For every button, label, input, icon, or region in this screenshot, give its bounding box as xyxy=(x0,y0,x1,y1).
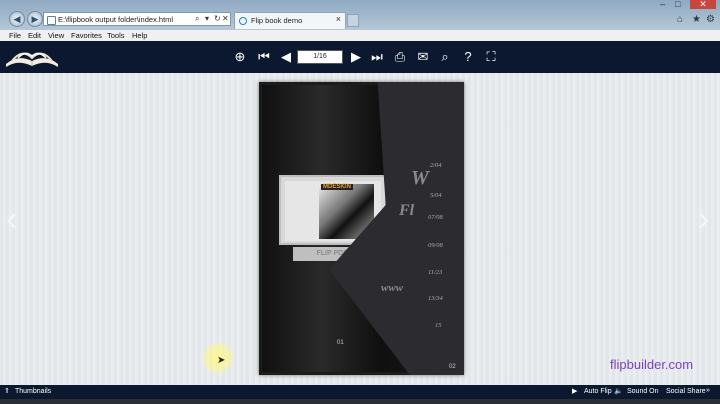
address-text: E:\flipbook output folder\index.html xyxy=(58,15,174,24)
address-bar[interactable]: E:\flipbook output folder\index.html ⌕ ▾… xyxy=(43,12,231,26)
page-number-input[interactable]: 1/16 xyxy=(297,50,343,64)
browser-tab[interactable]: Flip book demo × xyxy=(234,12,346,29)
mouse-cursor-icon: ➤ xyxy=(217,355,226,366)
last-page-icon[interactable]: ⏭ xyxy=(369,49,385,65)
auto-flip-button[interactable]: Auto Flip xyxy=(584,388,612,395)
email-icon[interactable]: ✉ xyxy=(415,49,431,65)
chevron-icon[interactable]: » xyxy=(706,387,710,394)
prev-page-arrow-icon[interactable]: ‹ xyxy=(6,200,17,239)
sound-toggle[interactable]: Sound On xyxy=(627,388,659,395)
next-page-arrow-icon[interactable]: › xyxy=(698,200,709,239)
tab-title: Flip book demo xyxy=(251,16,303,25)
search-icon[interactable]: ⌕ xyxy=(437,49,453,65)
curl-text-1: W xyxy=(411,167,429,189)
watermark-text: flipbuilder.com xyxy=(610,357,694,372)
play-icon[interactable]: ▶ xyxy=(572,387,577,395)
date-2: 5/04 xyxy=(430,192,442,199)
thumbnails-button[interactable]: Thumbnails xyxy=(15,388,51,395)
page-icon xyxy=(47,16,56,25)
refresh-icon[interactable]: ↻ xyxy=(214,14,221,23)
help-icon[interactable]: ? xyxy=(460,49,476,65)
menu-file[interactable]: File xyxy=(9,31,21,40)
menu-tools[interactable]: Tools xyxy=(107,31,125,40)
flipbook-bottom-bar: ⇑ Thumbnails ▶ Auto Flip 🔈 Sound On Soci… xyxy=(0,385,720,399)
next-page-icon[interactable]: ▶ xyxy=(348,49,364,65)
menu-view[interactable]: View xyxy=(48,31,64,40)
stop-icon[interactable]: ✕ xyxy=(222,14,229,23)
browser-titlebar: ◀ ▶ E:\flipbook output folder\index.html… xyxy=(0,0,720,30)
dropdown-icon[interactable]: ▾ xyxy=(205,14,209,23)
flipbook-page[interactable]: MDESIGN FLIP PDF W Fl www 2/04 5/04 07/0… xyxy=(259,82,464,375)
settings-icon[interactable]: ⚙ xyxy=(706,14,715,25)
curl-text-3: www xyxy=(381,282,404,294)
tab-close-icon[interactable]: × xyxy=(336,14,341,24)
date-7: 15 xyxy=(435,322,442,329)
close-window-button[interactable]: ✕ xyxy=(690,0,716,9)
first-page-icon[interactable]: ⏮ xyxy=(256,49,272,65)
expand-up-icon[interactable]: ⇑ xyxy=(4,387,10,395)
minimize-button[interactable]: – xyxy=(660,0,674,9)
flipbook-toolbar: ⊕ ⏮ ◀ ▶ ⏭ ⎙ ✉ ⌕ ? ⛶ xyxy=(0,41,720,73)
fullscreen-icon[interactable]: ⛶ xyxy=(483,49,499,65)
thumbnail-label: MDESIGN xyxy=(321,184,354,190)
right-page-number: 02 xyxy=(449,364,456,370)
date-6: 13/34 xyxy=(428,295,443,302)
speaker-icon[interactable]: 🔈 xyxy=(614,387,623,395)
date-4: 09/08 xyxy=(428,242,443,249)
taskbar-strip xyxy=(0,399,720,404)
curl-text-2: Fl xyxy=(399,202,415,219)
back-button[interactable]: ◀ xyxy=(9,11,25,27)
forward-button[interactable]: ▶ xyxy=(27,11,43,27)
book-logo xyxy=(6,52,58,67)
maximize-button[interactable]: □ xyxy=(675,0,689,9)
new-tab-button[interactable] xyxy=(347,14,359,27)
home-icon[interactable]: ⌂ xyxy=(677,14,683,25)
zoom-in-icon[interactable]: ⊕ xyxy=(232,49,248,65)
favorites-icon[interactable]: ★ xyxy=(692,14,701,25)
date-5: 11/23 xyxy=(428,269,443,276)
previous-page-icon[interactable]: ◀ xyxy=(278,49,294,65)
menu-favorites[interactable]: Favorites xyxy=(71,31,102,40)
search-icon[interactable]: ⌕ xyxy=(195,14,199,24)
menu-edit[interactable]: Edit xyxy=(28,31,41,40)
menu-help[interactable]: Help xyxy=(132,31,147,40)
left-page-number: 01 xyxy=(337,340,344,346)
date-1: 2/04 xyxy=(430,162,442,169)
social-share-button[interactable]: Social Share xyxy=(666,388,706,395)
date-3: 07/08 xyxy=(428,214,443,221)
print-icon[interactable]: ⎙ xyxy=(392,49,408,65)
ie-icon xyxy=(239,17,247,25)
